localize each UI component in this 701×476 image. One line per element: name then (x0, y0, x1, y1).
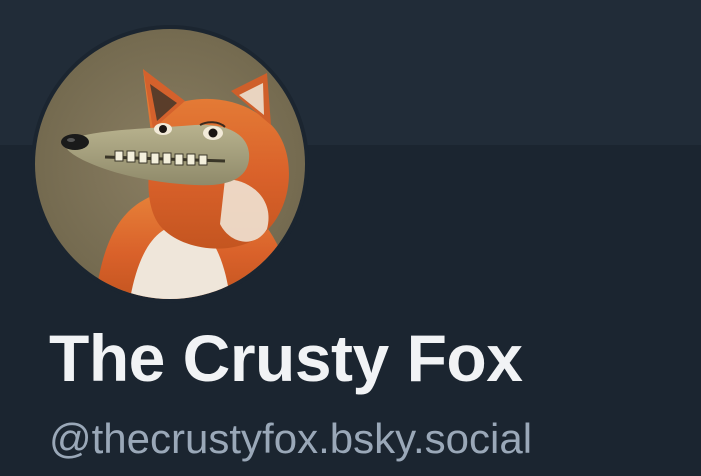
profile-display-name: The Crusty Fox (49, 321, 523, 395)
profile-handle[interactable]: @thecrustyfox.bsky.social (49, 413, 532, 465)
fox-avatar-image (35, 29, 305, 299)
avatar[interactable] (31, 25, 309, 303)
